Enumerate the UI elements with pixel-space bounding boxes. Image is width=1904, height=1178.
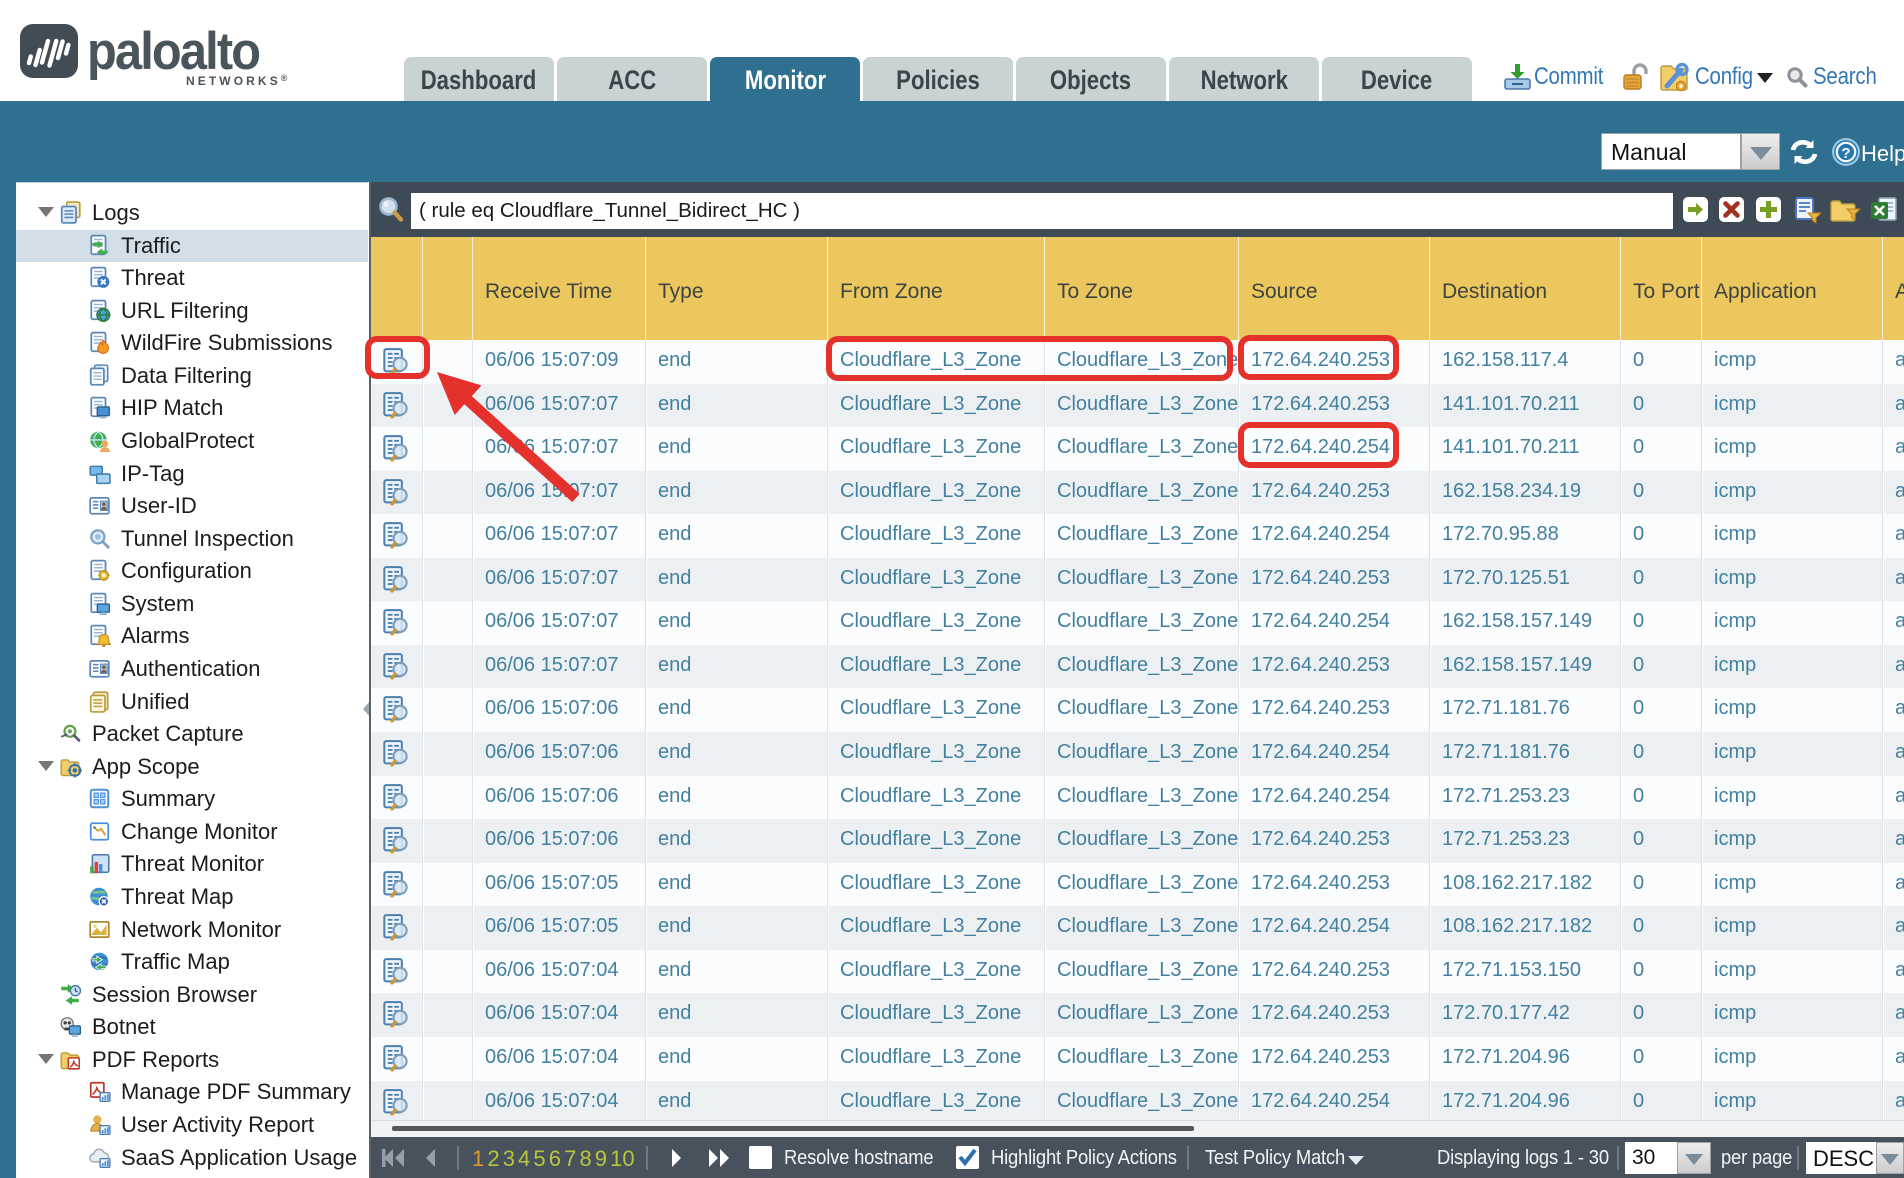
svg-text:?: ? (1841, 145, 1850, 162)
